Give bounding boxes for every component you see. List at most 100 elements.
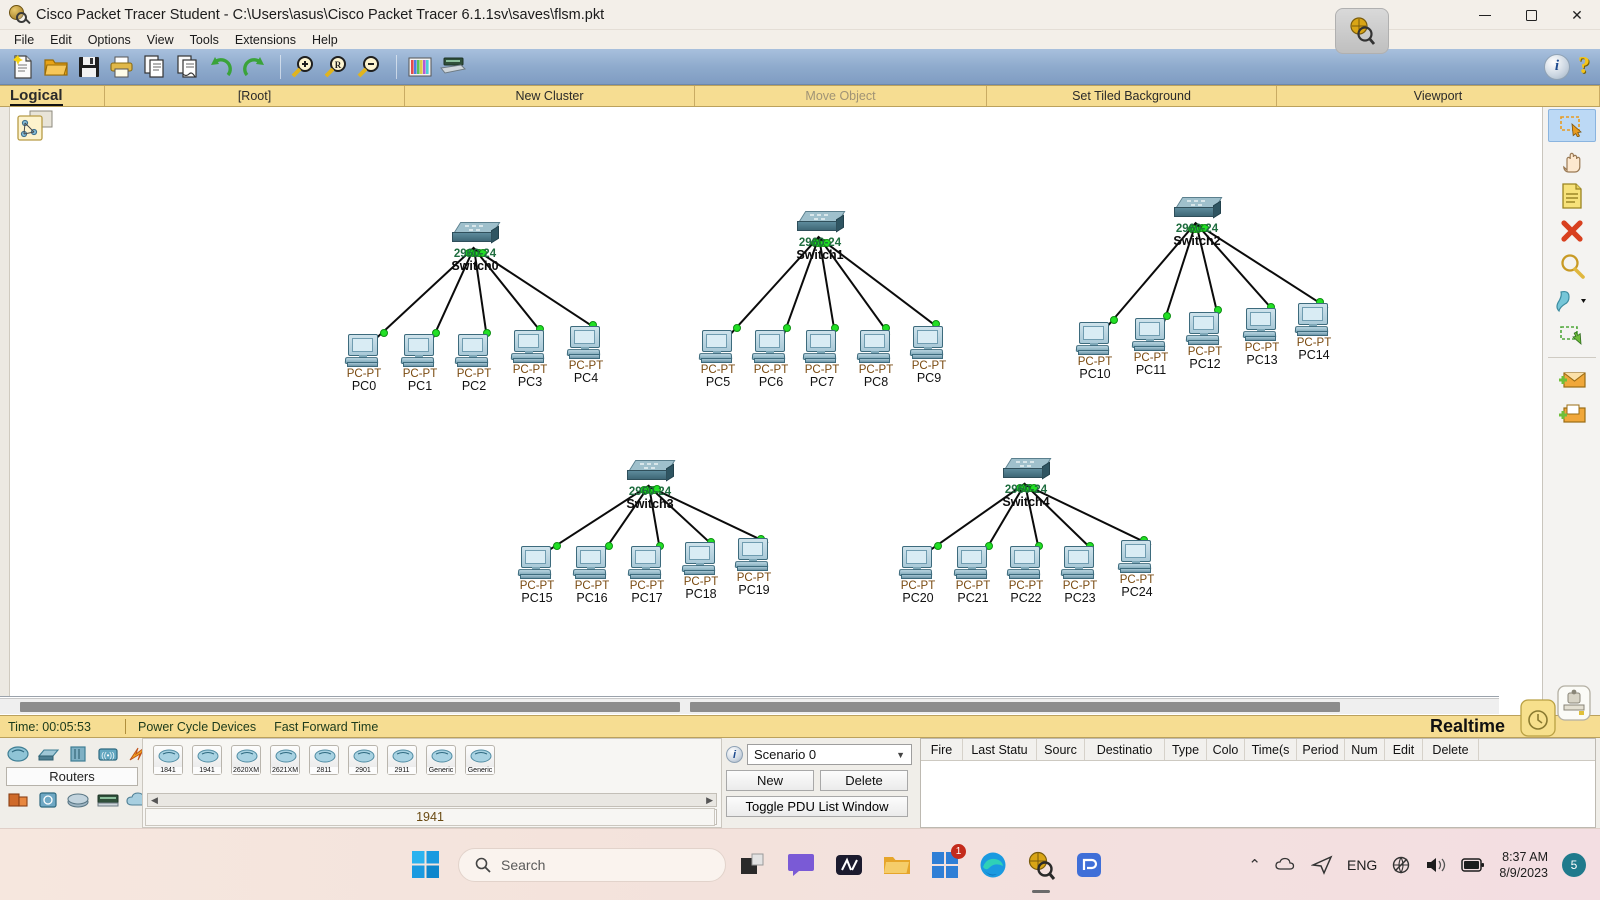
root-breadcrumb[interactable]: [Root] [105, 86, 405, 106]
zoom-reset-icon[interactable]: R [322, 52, 352, 82]
root-cluster-icon[interactable] [14, 110, 58, 148]
paste-icon[interactable] [173, 52, 203, 82]
wan-emulation-type-icon[interactable] [36, 790, 60, 810]
toggle-pdu-list-window-button[interactable]: Toggle PDU List Window [726, 796, 908, 817]
device-model-item[interactable]: Generic [465, 745, 495, 775]
device-model-item[interactable]: Generic [426, 745, 456, 775]
inspect-tool[interactable] [1548, 249, 1596, 282]
pc-node[interactable]: PC-PT PC4 [546, 326, 626, 385]
menu-item-view[interactable]: View [139, 32, 182, 48]
start-button-icon[interactable] [412, 850, 440, 879]
fast-forward-time-button[interactable]: Fast Forward Time [274, 720, 378, 734]
menu-item-file[interactable]: File [6, 32, 42, 48]
save-file-icon[interactable] [74, 52, 104, 82]
device-model-item[interactable]: 2811 [309, 745, 339, 775]
notification-badge[interactable]: 5 [1562, 852, 1586, 877]
hubs-type-icon[interactable] [66, 744, 90, 764]
horizontal-scroll-thumb-left[interactable] [20, 702, 680, 712]
pdu-column-header[interactable]: Last Statu [963, 739, 1037, 760]
resize-shape-tool[interactable] [1548, 319, 1596, 352]
pdu-column-header[interactable]: Time(s [1245, 739, 1297, 760]
maximize-button[interactable] [1508, 0, 1554, 30]
logical-workspace-canvas[interactable]: 2960-24 Switch0 2960-24 Switch1 2960-24 Switc… [0, 107, 1499, 697]
new-cluster-button[interactable]: New Cluster [405, 86, 695, 106]
simulation-mode-icon[interactable] [1555, 684, 1595, 726]
viewport-button[interactable]: Viewport [1277, 86, 1600, 106]
palette-icon[interactable] [405, 52, 435, 82]
custom-device-icon[interactable] [438, 52, 468, 82]
help-button[interactable]: ? [1578, 53, 1590, 80]
pdu-column-header[interactable]: Destinatio [1085, 739, 1165, 760]
new-scenario-button[interactable]: New [726, 770, 814, 791]
redo-icon[interactable] [239, 52, 269, 82]
end-devices-type-icon[interactable] [6, 790, 30, 810]
power-cycle-devices-button[interactable]: Power Cycle Devices [138, 720, 256, 734]
workspace-horizontal-scrollbar[interactable] [0, 698, 1499, 714]
scroll-left-arrow[interactable]: ◀ [151, 795, 158, 806]
chevron-up-icon[interactable]: ⌃ [1248, 856, 1261, 874]
device-model-scrollbar[interactable]: ◀ ▶ [147, 793, 717, 807]
scroll-right-arrow[interactable]: ▶ [706, 795, 713, 806]
move-layout-tool[interactable] [1548, 144, 1596, 177]
app-icon-blue[interactable] [1072, 848, 1106, 882]
open-file-icon[interactable] [41, 52, 71, 82]
switch-node[interactable]: 2960-24 Switch3 [604, 460, 696, 511]
menu-item-edit[interactable]: Edit [42, 32, 80, 48]
draw-shape-tool[interactable] [1548, 284, 1596, 317]
multiuser-type-icon[interactable] [96, 790, 120, 810]
pc-node[interactable]: PC-PT PC19 [714, 538, 794, 597]
app-icon-m[interactable] [832, 848, 866, 882]
taskview-icon[interactable] [736, 848, 770, 882]
pdu-column-header[interactable]: Type [1165, 739, 1207, 760]
wireless-type-icon[interactable]: ((•)) [96, 744, 120, 764]
pdu-column-header[interactable]: Delete [1423, 739, 1479, 760]
close-button[interactable]: ✕ [1554, 0, 1600, 30]
info-button[interactable]: i [1544, 53, 1570, 80]
language-indicator[interactable]: ENG [1347, 857, 1377, 873]
device-model-item[interactable]: 2621XM [270, 745, 300, 775]
clock-display[interactable]: 8:37 AM 8/9/2023 [1499, 849, 1548, 881]
scenario-dropdown[interactable]: Scenario 0 ▼ [747, 744, 912, 765]
pc-node[interactable]: PC-PT PC24 [1097, 540, 1177, 599]
device-model-item[interactable]: 1841 [153, 745, 183, 775]
copy-icon[interactable] [140, 52, 170, 82]
device-model-item[interactable]: 2911 [387, 745, 417, 775]
device-model-item[interactable]: 2620XM [231, 745, 261, 775]
scenario-info-icon[interactable]: i [726, 746, 743, 763]
add-complex-pdu-tool[interactable] [1548, 398, 1596, 431]
new-file-icon[interactable] [8, 52, 38, 82]
undo-icon[interactable] [206, 52, 236, 82]
zoom-in-icon[interactable] [289, 52, 319, 82]
file-explorer-icon[interactable] [880, 848, 914, 882]
switch-node[interactable]: 2960-24 Switch2 [1151, 197, 1243, 248]
place-note-tool[interactable] [1548, 179, 1596, 212]
set-tiled-background-button[interactable]: Set Tiled Background [987, 86, 1277, 106]
microsoft-store-icon[interactable]: 1 [928, 843, 966, 882]
pdu-column-header[interactable]: Num [1345, 739, 1385, 760]
custom-made-type-icon[interactable] [66, 790, 90, 810]
menu-item-options[interactable]: Options [80, 32, 139, 48]
chat-icon[interactable] [784, 848, 818, 882]
taskbar-search-box[interactable]: Search [458, 847, 726, 882]
menu-item-extensions[interactable]: Extensions [227, 32, 304, 48]
minimize-button[interactable] [1462, 0, 1508, 30]
delete-scenario-button[interactable]: Delete [820, 770, 908, 791]
switches-type-icon[interactable] [36, 744, 60, 764]
device-model-item[interactable]: 2901 [348, 745, 378, 775]
switch-node[interactable]: 2960-24 Switch1 [774, 211, 866, 262]
horizontal-scroll-thumb-right[interactable] [690, 702, 1340, 712]
edge-icon[interactable] [976, 848, 1010, 882]
routers-type-icon[interactable] [6, 744, 30, 764]
print-icon[interactable] [107, 52, 137, 82]
pdu-column-header[interactable]: Period [1297, 739, 1345, 760]
packet-tracer-icon[interactable] [1024, 848, 1058, 893]
switch-node[interactable]: 2960-24 Switch4 [980, 458, 1072, 509]
switch-node[interactable]: 2960-24 Switch0 [429, 222, 521, 273]
select-tool[interactable] [1547, 109, 1596, 142]
delete-tool[interactable] [1548, 214, 1596, 247]
pc-node[interactable]: PC-PT PC9 [889, 326, 969, 385]
device-model-item[interactable]: 1941 [192, 745, 222, 775]
pdu-column-header[interactable]: Edit [1385, 739, 1423, 760]
menu-item-tools[interactable]: Tools [182, 32, 227, 48]
add-simple-pdu-tool[interactable] [1548, 363, 1596, 396]
